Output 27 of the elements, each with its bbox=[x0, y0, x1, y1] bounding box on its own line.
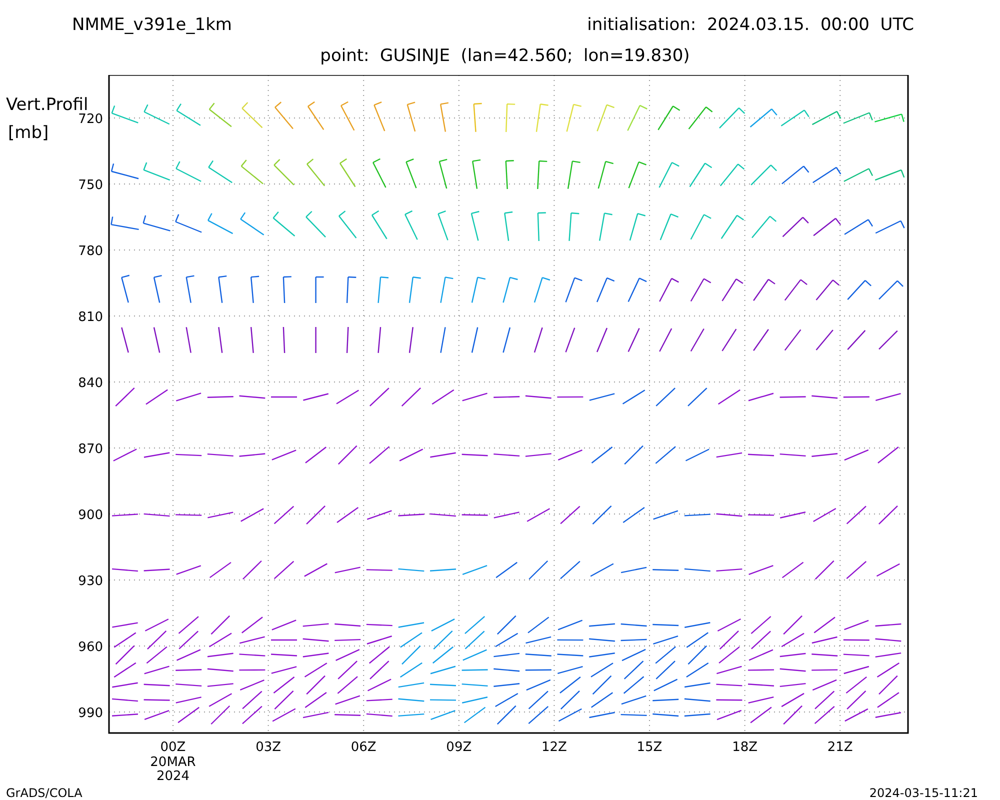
x-tick-label: 09Z bbox=[446, 740, 472, 755]
y-axis-title: Vert.Profil bbox=[6, 95, 88, 115]
x-tick-label: 15Z bbox=[636, 740, 662, 755]
model-title: NMME_v391e_1km bbox=[72, 14, 232, 36]
x-tick-label: 03Z bbox=[256, 740, 282, 755]
y-tick-label: 870 bbox=[78, 442, 103, 457]
y-tick-label: 990 bbox=[78, 706, 103, 721]
y-tick-label: 840 bbox=[78, 376, 103, 391]
x-tick-label: 06Z bbox=[350, 740, 376, 755]
y-tick-label: 780 bbox=[78, 244, 103, 259]
x-tick-label: 12Z bbox=[541, 740, 567, 755]
x-tick-label: 00Z bbox=[160, 740, 186, 755]
x-tick-label: 21Z bbox=[827, 740, 853, 755]
point-title: point: GUSINJE (lan=42.560; lon=19.830) bbox=[320, 44, 690, 68]
footer-timestamp: 2024-03-15-11:21 bbox=[869, 786, 978, 798]
y-axis-title: [mb] bbox=[8, 123, 49, 143]
y-tick-label: 900 bbox=[78, 508, 103, 523]
initialisation-text: initialisation: 2024.03.15. 00:00 UTC bbox=[587, 14, 914, 36]
y-tick-label: 750 bbox=[78, 178, 103, 193]
x-date-label: 2024 bbox=[156, 769, 190, 784]
footer-credit: GrADS/COLA bbox=[6, 786, 82, 798]
x-tick-label: 18Z bbox=[732, 740, 758, 755]
y-tick-label: 930 bbox=[78, 574, 103, 589]
y-tick-label: 810 bbox=[78, 310, 103, 325]
y-tick-label: 960 bbox=[78, 640, 103, 655]
y-tick-label: 720 bbox=[78, 112, 103, 127]
x-date-label: 20MAR bbox=[150, 755, 196, 770]
